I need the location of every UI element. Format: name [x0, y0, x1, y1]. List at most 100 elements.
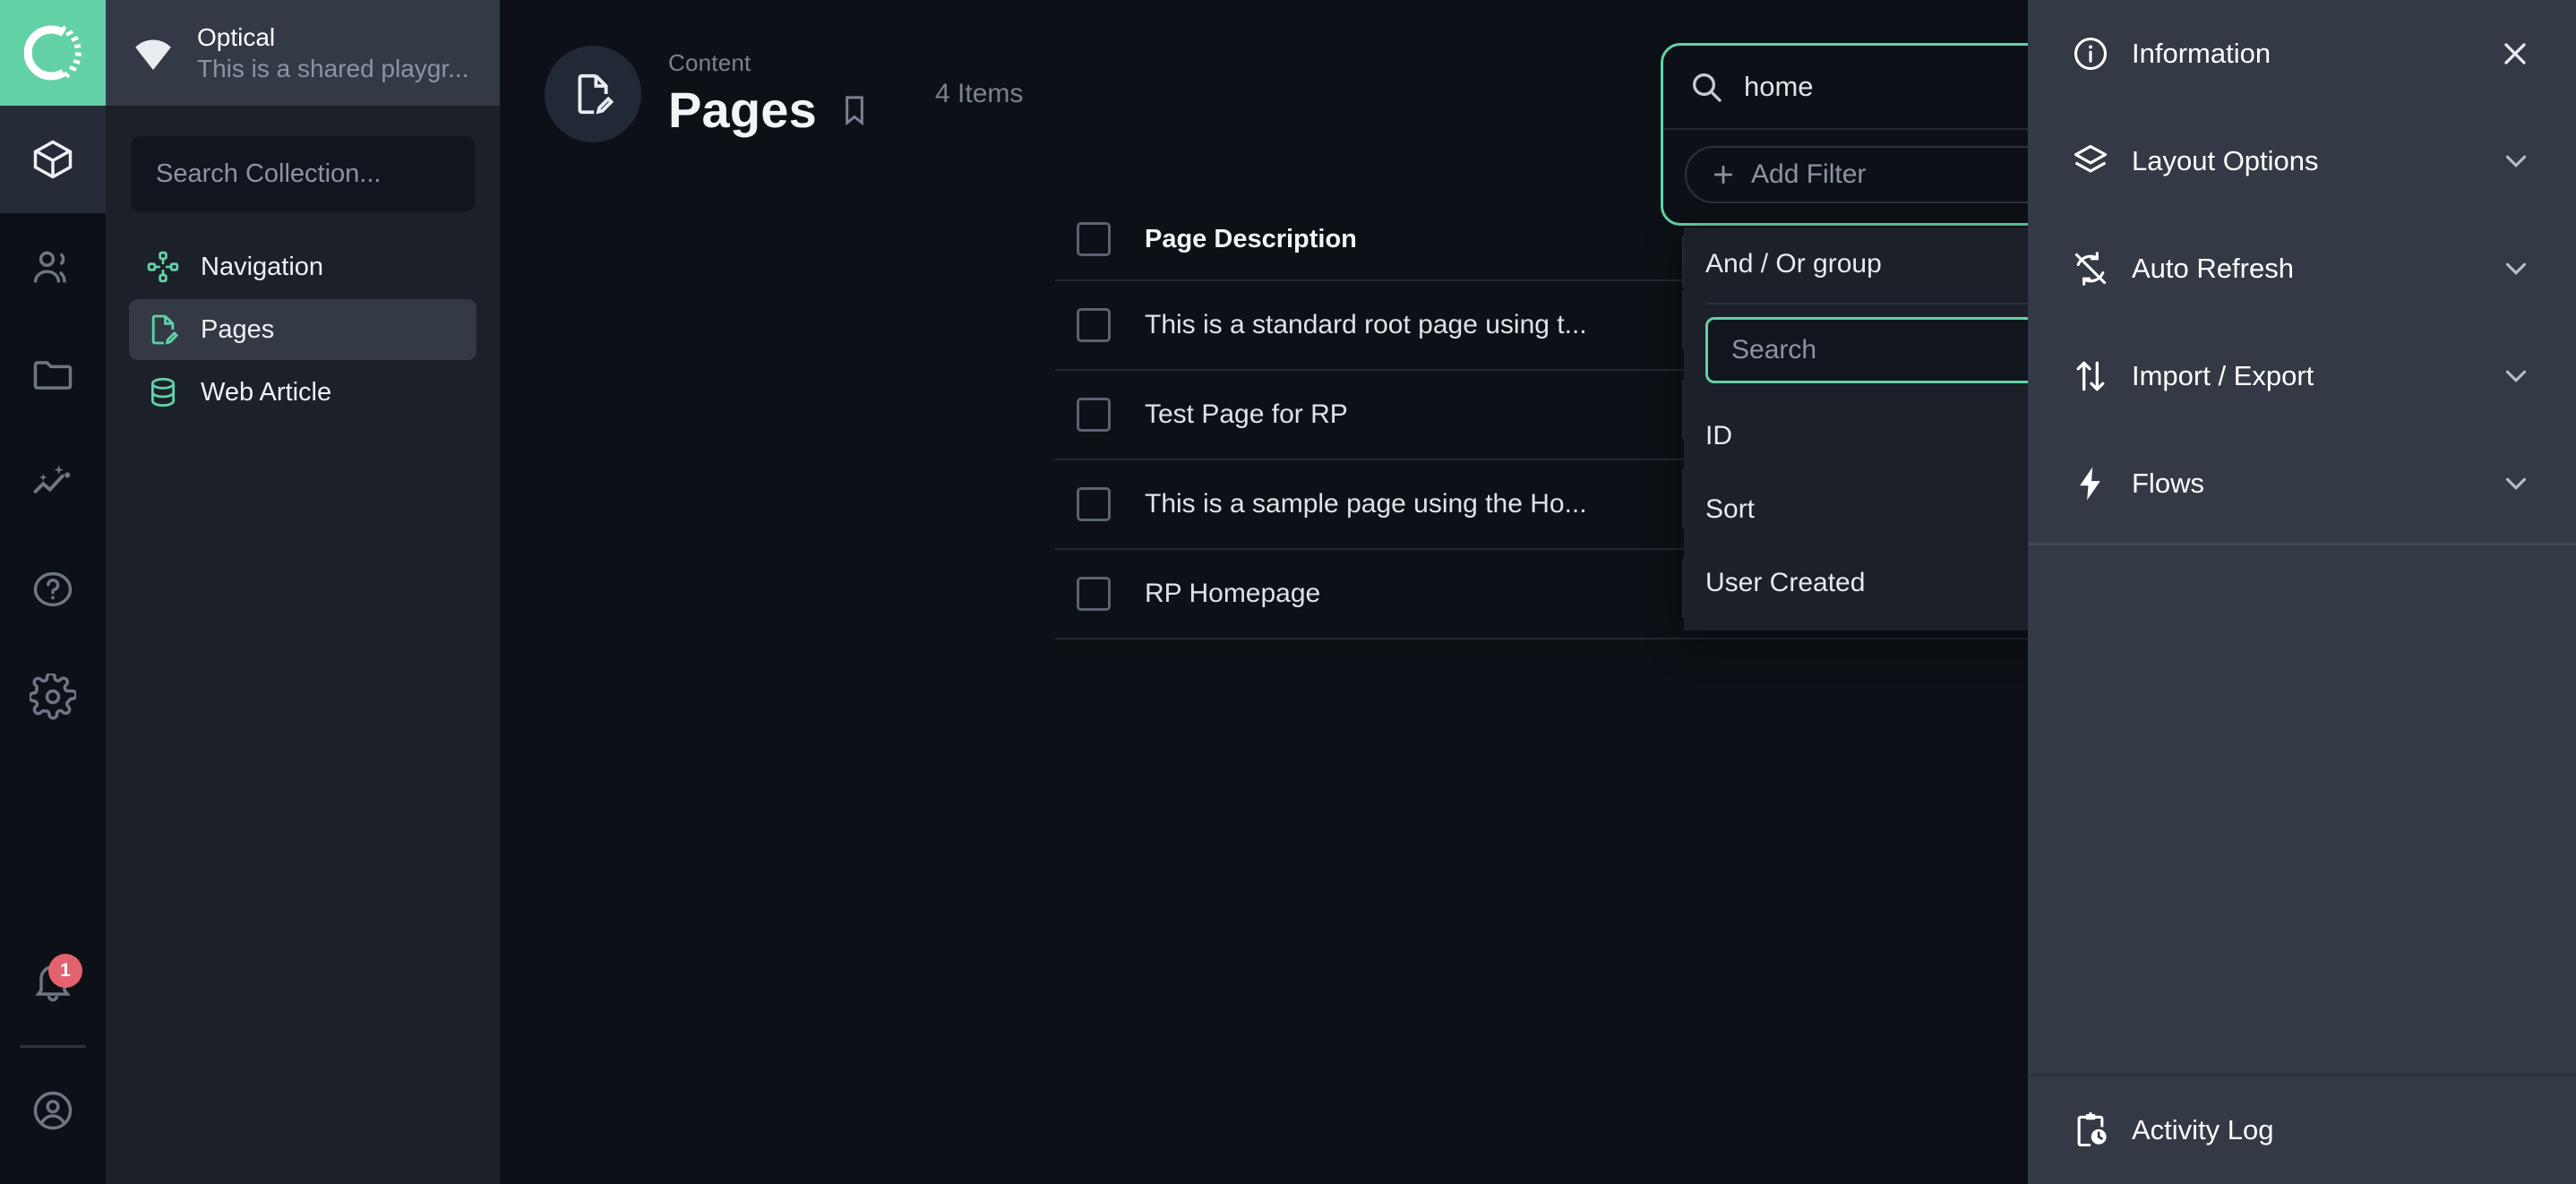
rail-item-help[interactable]	[0, 536, 106, 643]
rail-item-collections[interactable]	[0, 106, 106, 213]
chevron-down-icon[interactable]	[2499, 467, 2533, 501]
collection-search-placeholder: Search Collection...	[156, 159, 381, 189]
panel-item-label: Auto Refresh	[2132, 253, 2477, 285]
filter-menu-search-input[interactable]	[1731, 335, 2028, 365]
main-content: Content Pages 4 Items	[500, 0, 2028, 1184]
search-icon	[1688, 69, 1724, 105]
collection-search-input[interactable]: Search Collection...	[131, 136, 475, 211]
sitemap-icon	[145, 249, 181, 285]
row-select-cell	[1055, 308, 1145, 342]
panel-item-label: Layout Options	[2132, 145, 2477, 177]
panel-item-layout-options[interactable]: Layout Options	[2028, 107, 2576, 215]
gear-icon	[30, 674, 76, 720]
rail-item-assets[interactable]	[0, 321, 106, 428]
row-select-cell	[1055, 487, 1145, 521]
panel-item-information[interactable]: Information	[2028, 0, 2576, 107]
item-count: 4 Items	[935, 79, 1023, 109]
filter-option-user-created[interactable]: User Created	[1684, 546, 2028, 620]
page-header-text: Content Pages	[668, 49, 872, 139]
account-button[interactable]	[0, 1057, 106, 1164]
user-circle-icon	[30, 1087, 76, 1134]
database-icon	[145, 374, 181, 410]
rail-secondary-icons: 1	[0, 929, 106, 1184]
folder-icon	[30, 351, 76, 398]
panel-item-label: Import / Export	[2132, 360, 2477, 392]
collection-nav-list: Navigation Pages	[106, 227, 500, 433]
cube-icon	[30, 136, 76, 183]
row-select-cell	[1055, 398, 1145, 432]
filter-menu-search[interactable]	[1705, 317, 2028, 383]
filter-option-and-or-group[interactable]: And / Or group	[1684, 227, 2028, 301]
sidebar-item-label: Web Article	[201, 378, 331, 408]
page-title: Pages	[668, 81, 817, 139]
select-all-checkbox[interactable]	[1077, 222, 1111, 256]
panel-item-import-export[interactable]: Import / Export	[2028, 322, 2576, 430]
brand-logo[interactable]	[0, 0, 106, 106]
search-input[interactable]	[1744, 71, 2028, 103]
column-header-page-description[interactable]: Page Description	[1145, 225, 1682, 254]
sidebar-item-label: Navigation	[201, 253, 323, 282]
panel-item-flows[interactable]: Flows	[2028, 430, 2576, 537]
add-filter-label: Add Filter	[1751, 159, 2028, 190]
chevron-down-icon[interactable]	[2499, 144, 2533, 178]
row-checkbox[interactable]	[1077, 398, 1111, 432]
filter-dropdown-menu: And / Or group ID Sort User Created	[1684, 227, 2028, 631]
cell-page-description: This is a sample page using the Ho...	[1145, 489, 1682, 519]
sidebar-item-web-article[interactable]: Web Article	[129, 362, 477, 423]
cell-page-description: Test Page for RP	[1145, 399, 1682, 430]
search-row	[1663, 46, 2028, 128]
add-filter-button[interactable]: Add Filter	[1685, 146, 2028, 203]
app-root: 1 Optical This is a	[0, 0, 2576, 1184]
close-x-icon[interactable]	[2497, 36, 2533, 72]
page-edit-icon	[569, 70, 617, 118]
select-all-cell	[1055, 222, 1145, 256]
row-checkbox[interactable]	[1077, 308, 1111, 342]
panel-item-label: Activity Log	[2132, 1114, 2533, 1146]
help-circle-icon	[30, 566, 76, 613]
filter-option-label: User Created	[1705, 568, 1865, 598]
diamond-icon	[129, 29, 177, 77]
sidebar-item-label: Pages	[201, 315, 274, 345]
sidebar-item-navigation[interactable]: Navigation	[129, 236, 477, 297]
search-filter-panel: Add Filter	[1661, 43, 2028, 226]
right-panel: Information Layout Options	[2028, 0, 2576, 1184]
rail-divider	[20, 1045, 86, 1048]
menu-divider	[1705, 303, 2028, 305]
notification-badge: 1	[48, 954, 82, 988]
chevron-down-icon[interactable]	[2499, 359, 2533, 393]
notifications-button[interactable]: 1	[0, 929, 106, 1036]
breadcrumb: Content	[668, 49, 872, 77]
page-edit-icon	[145, 312, 181, 347]
cell-page-description: This is a standard root page using t...	[1145, 310, 1682, 340]
sidebar-item-pages[interactable]: Pages	[129, 299, 477, 360]
lightning-icon	[2071, 464, 2110, 503]
rail-item-insights[interactable]	[0, 428, 106, 536]
rail-item-users[interactable]	[0, 213, 106, 321]
analytics-sparkle-icon	[30, 459, 76, 505]
panel-item-label: Information	[2132, 38, 2476, 70]
collection-header-text: Optical This is a shared playgr...	[197, 21, 468, 84]
page-icon-badge	[545, 46, 641, 142]
row-select-cell	[1055, 577, 1145, 611]
filter-option-sort[interactable]: Sort	[1684, 473, 2028, 546]
page-title-row: Pages	[668, 81, 872, 139]
clipboard-clock-icon	[2071, 1111, 2110, 1150]
filter-option-id[interactable]: ID	[1684, 399, 2028, 473]
plus-icon	[1710, 161, 1737, 188]
import-export-icon	[2071, 356, 2110, 396]
bookmark-icon[interactable]	[837, 92, 872, 128]
layers-icon	[2071, 142, 2110, 181]
panel-spacer	[2028, 545, 2576, 1074]
refresh-off-icon	[2071, 249, 2110, 288]
panel-footer: Activity Log	[2028, 1074, 2576, 1184]
collection-sidebar: Optical This is a shared playgr... Searc…	[106, 0, 500, 1184]
row-checkbox[interactable]	[1077, 487, 1111, 521]
crescent-loader-icon	[24, 24, 82, 82]
panel-item-auto-refresh[interactable]: Auto Refresh	[2028, 215, 2576, 322]
rail-item-settings[interactable]	[0, 643, 106, 751]
cell-page-description: RP Homepage	[1145, 579, 1682, 609]
collection-header[interactable]: Optical This is a shared playgr...	[106, 0, 500, 106]
chevron-down-icon[interactable]	[2499, 252, 2533, 286]
panel-item-activity-log[interactable]: Activity Log	[2028, 1077, 2576, 1184]
row-checkbox[interactable]	[1077, 577, 1111, 611]
